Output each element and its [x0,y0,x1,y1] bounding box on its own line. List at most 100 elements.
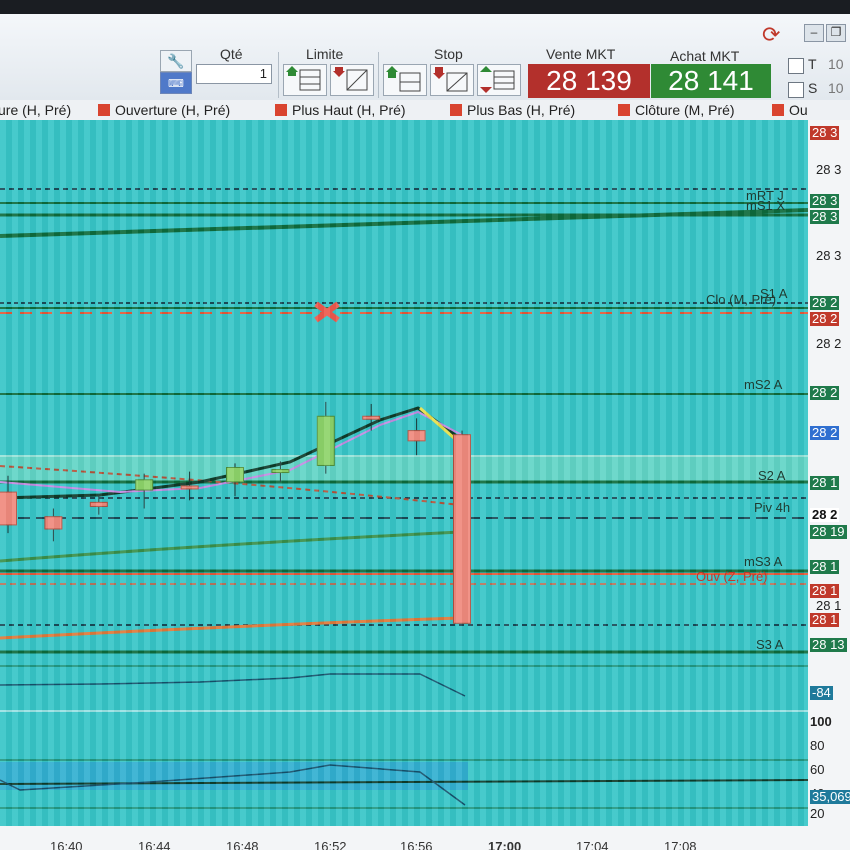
legend-item[interactable]: Clôture (M, Pré) [618,102,735,118]
price-tick: 28 1 [816,598,842,613]
candle-body [226,467,244,483]
osc-tick-100: 100 [810,714,832,729]
price-box: 28 1 [810,612,840,627]
stop-buy-button[interactable] [383,64,427,96]
osc-value-box: -84 [810,685,833,700]
checkbox-s-value: 10 [828,80,844,96]
price-tick: 28 2 [816,336,842,351]
checkbox-s[interactable] [788,82,804,98]
wrench-icon[interactable]: 🔧 [160,50,192,72]
price-box-current: 28 2 [810,507,840,522]
ma-slow-green [0,530,461,563]
divider [378,52,379,98]
keyboard-icon[interactable]: ⌨ [160,72,192,94]
highlight-band [0,455,808,483]
legend-item[interactable]: ure (H, Pré) [0,102,71,118]
legend-swatch [450,104,462,116]
limit-sell-button[interactable] [330,64,374,96]
candle-body [271,469,290,474]
chart-canvas [0,188,808,809]
legend-swatch [98,104,110,116]
price-box: 28 1 [810,559,840,574]
buy-market-button[interactable]: 28 141 [651,64,771,98]
checkbox-t-label: T [808,56,817,72]
price-box: 28 3 [810,125,840,140]
buy-market-label: Achat MKT [670,48,740,64]
price-box: 28 1 [810,583,840,598]
minimize-icon[interactable]: – [804,24,824,42]
price-box: 28 3 [810,193,840,208]
osc-tick-60: 60 [810,762,825,777]
oscillator-line [0,673,466,697]
time-axis[interactable]: 16:40 16:44 16:48 16:52 16:56 17:00 17:0… [0,826,850,850]
legend-item[interactable]: Ouverture (H, Pré) [98,102,230,118]
qty-input[interactable]: 1 [196,64,272,84]
time-tick: 17:00 [488,839,522,850]
price-box: 28 2 [810,295,840,310]
level-label-clo: Clo (M, Pré) [706,292,777,307]
order-toolbar: 🔧 ⌨ Qté 1 Limite Stop Vente MKT 28 139 A… [0,14,850,100]
level-label-ms2: mS2 A [744,377,783,392]
price-tick: 28 3 [816,162,842,177]
qty-label: Qté [220,46,243,62]
candle-body [180,485,199,490]
stop-label: Stop [434,46,463,62]
ma-slow-orange [0,616,461,640]
osc-tick-80: 80 [810,738,825,753]
time-tick: 17:04 [576,839,609,850]
legend-item[interactable]: Plus Haut (H, Pré) [275,102,406,118]
candle-body [135,479,154,491]
trade-marker-x [314,301,340,323]
candle-body [89,501,108,507]
osc-tick-20: 20 [810,806,825,821]
level-label-piv: Piv 4h [754,500,791,515]
rsi-value-box: 35,069 [810,790,850,804]
time-tick: 16:48 [226,839,259,850]
price-scale[interactable]: 28 3 28 3 28 2 28 1 100 80 60 40 20 28 3… [808,120,850,826]
restore-icon[interactable]: ❐ [826,24,846,42]
level-label-ms1: mS1 X [746,198,786,213]
price-box: 28 2 [810,425,840,440]
price-box: 28 2 [810,385,840,400]
limit-buy-button[interactable] [283,64,327,96]
legend-swatch [618,104,630,116]
level-label-ma: Ouv (Z, Pré) [696,569,768,584]
legend-swatch [275,104,287,116]
price-tick: 28 3 [816,248,842,263]
refresh-icon[interactable]: ⟳ [762,22,780,48]
price-box: 28 19 [810,524,847,539]
checkbox-t[interactable] [788,58,804,74]
time-tick: 16:56 [400,839,433,850]
level-label-ms3: mS3 A [744,554,783,569]
sell-market-label: Vente MKT [546,46,616,62]
divider [278,52,279,98]
trading-window: 🔧 ⌨ Qté 1 Limite Stop Vente MKT 28 139 A… [0,14,850,850]
time-tick: 17:08 [664,839,697,850]
candle-body [407,430,426,442]
time-tick: 16:44 [138,839,171,850]
price-box: 28 2 [810,311,840,326]
limit-label: Limite [306,46,344,62]
candle-body [0,491,17,526]
time-tick: 16:52 [314,839,347,850]
legend-item[interactable]: Plus Bas (H, Pré) [450,102,575,118]
price-box: 28 13 [810,637,847,652]
candles-group [0,401,471,624]
stop-sell-button[interactable] [430,64,474,96]
price-box: 28 3 [810,209,840,224]
sell-market-button[interactable]: 28 139 [528,64,650,98]
time-tick: 16:40 [50,839,83,850]
checkbox-s-label: S [808,80,818,96]
price-box: 28 1 [810,475,840,490]
legend-swatch [772,104,784,116]
candle-body [453,434,471,624]
checkbox-t-value: 10 [828,56,844,72]
price-chart[interactable]: mRT J mS1 X S1 A Clo (M, Pré) mS2 A S2 A… [0,120,808,826]
level-label-s2: S2 A [758,468,786,483]
level-label-s3: S3 A [756,637,784,652]
candle-body [44,516,63,530]
indicator-legend: ure (H, Pré) Ouverture (H, Pré) Plus Hau… [0,100,850,120]
legend-item[interactable]: Ou [772,102,808,118]
bracket-order-button[interactable] [477,64,521,96]
candle-body [362,415,381,420]
